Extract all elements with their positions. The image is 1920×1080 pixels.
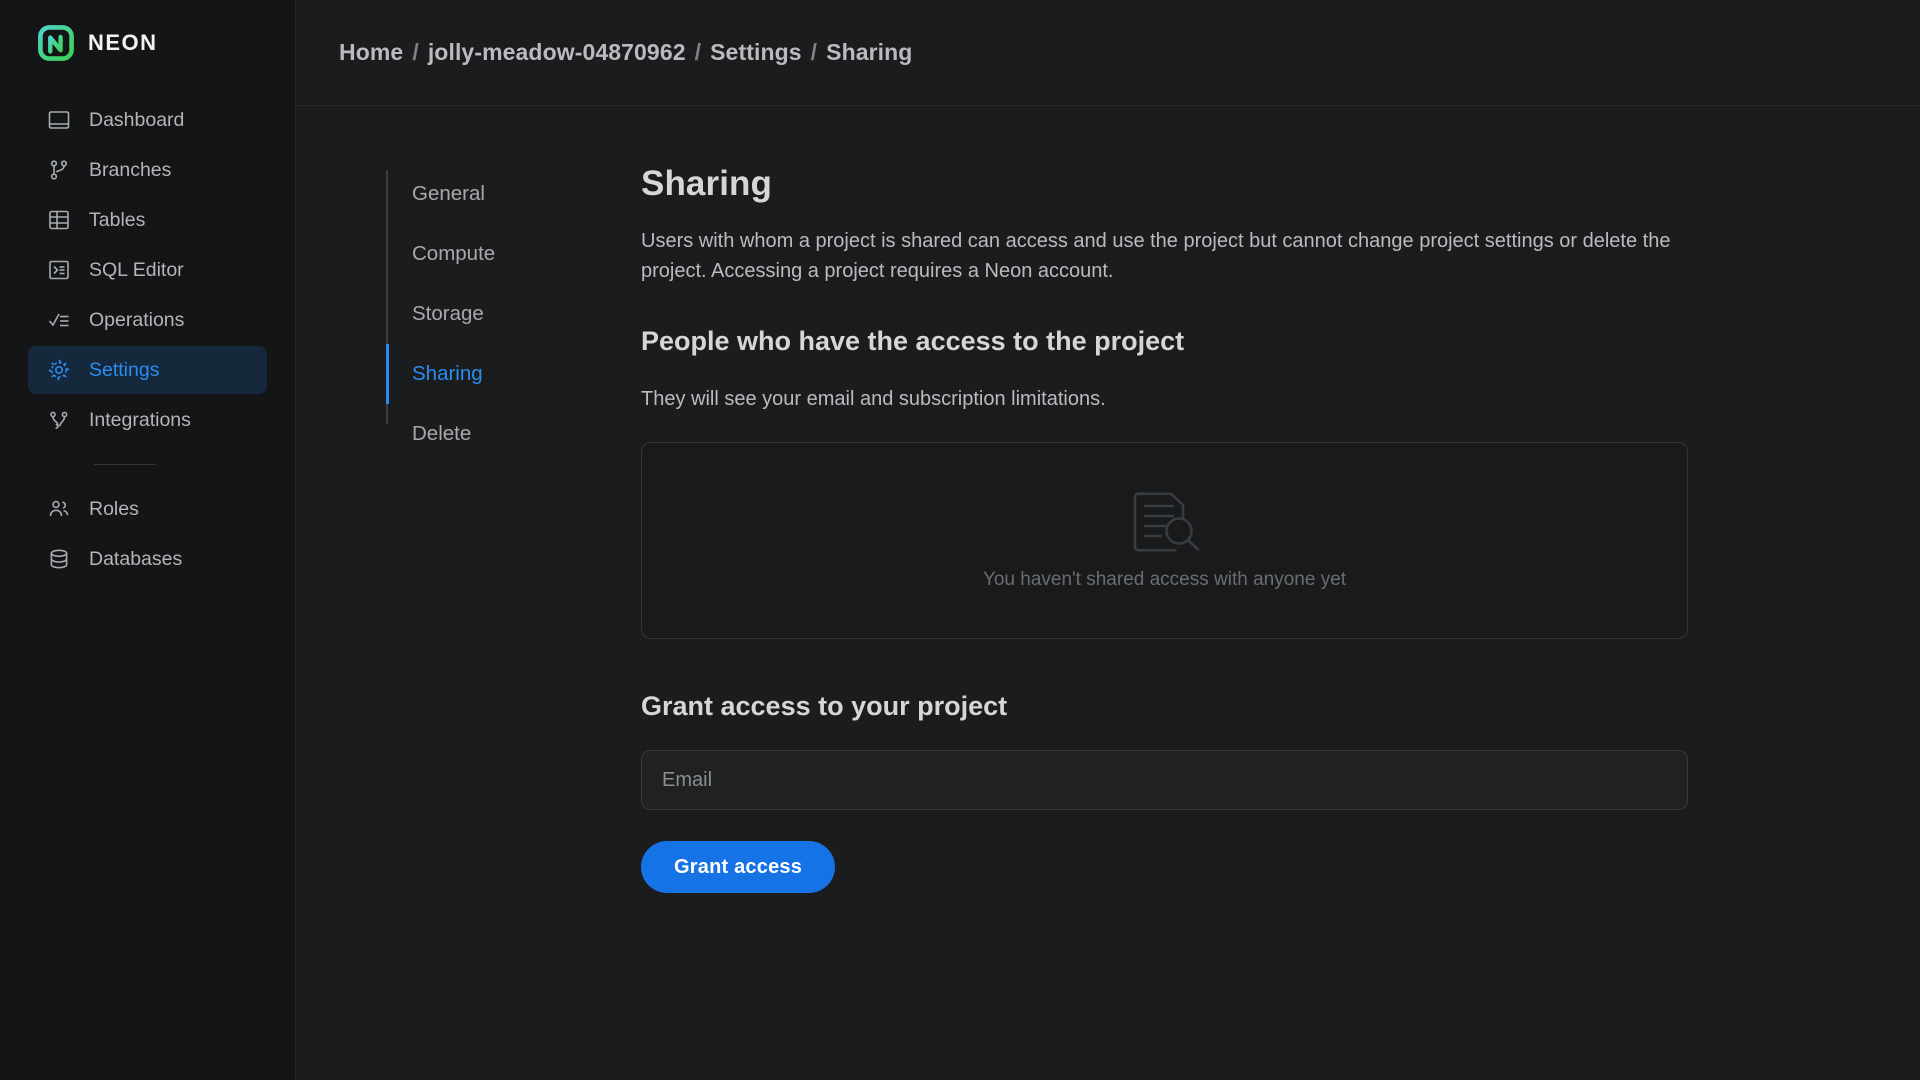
sidebar-item-label: Settings <box>89 358 160 381</box>
page-title: Sharing <box>641 164 772 203</box>
integrations-icon <box>46 407 72 433</box>
brand-logo[interactable]: NEON <box>0 0 295 86</box>
submenu-item-general[interactable]: General <box>386 164 641 224</box>
people-section-subtitle: They will see your email and subscriptio… <box>641 388 1106 410</box>
sidebar-item-label: Branches <box>89 158 172 181</box>
branches-icon <box>46 157 72 183</box>
app-root: NEON Dashboard Branches Tables SQL Edito… <box>0 0 1920 1080</box>
submenu-item-sharing[interactable]: Sharing <box>386 344 641 404</box>
submenu-item-delete[interactable]: Delete <box>386 404 641 464</box>
sidebar-item-operations[interactable]: Operations <box>28 296 267 344</box>
sidebar-item-label: Operations <box>89 308 185 331</box>
sidebar-item-dashboard[interactable]: Dashboard <box>28 96 267 144</box>
sidebar-item-integrations[interactable]: Integrations <box>28 396 267 444</box>
sidebar-item-databases[interactable]: Databases <box>28 535 267 583</box>
database-icon <box>46 546 72 572</box>
grant-access-button[interactable]: Grant access <box>641 841 836 893</box>
submenu-item-label: Compute <box>412 242 496 265</box>
gear-icon <box>46 357 72 383</box>
sidebar-item-label: Integrations <box>89 408 191 431</box>
submenu-item-compute[interactable]: Compute <box>386 224 641 284</box>
brand-name: NEON <box>88 30 158 55</box>
submenu-item-storage[interactable]: Storage <box>386 284 641 344</box>
breadcrumb-separator: / <box>694 39 702 65</box>
content-area: General Compute Storage Sharing Delete S… <box>296 106 1920 1080</box>
sidebar-item-label: SQL Editor <box>89 258 184 281</box>
breadcrumb-item-settings[interactable]: Settings <box>710 39 802 66</box>
submenu-item-label: Storage <box>412 302 484 325</box>
sidebar-item-label: Tables <box>89 208 146 231</box>
breadcrumb-separator: / <box>810 39 818 65</box>
sidebar-item-settings[interactable]: Settings <box>28 346 267 394</box>
submenu-item-label: Sharing <box>412 362 483 385</box>
email-field[interactable] <box>641 750 1688 810</box>
sidebar-item-label: Dashboard <box>89 108 185 131</box>
dashboard-icon <box>46 107 72 133</box>
operations-icon <box>46 307 72 333</box>
settings-submenu: General Compute Storage Sharing Delete <box>296 164 641 1080</box>
document-search-icon <box>1127 491 1203 555</box>
sidebar-item-tables[interactable]: Tables <box>28 196 267 244</box>
breadcrumb-item-sharing[interactable]: Sharing <box>826 39 912 66</box>
neon-logo-icon <box>38 25 74 61</box>
sidebar-divider <box>94 464 156 465</box>
sidebar-item-sql-editor[interactable]: SQL Editor <box>28 246 267 294</box>
people-section-title: People who have the access to the projec… <box>641 326 1185 356</box>
breadcrumb-item-home[interactable]: Home <box>339 39 403 66</box>
shared-users-empty-state: You haven't shared access with anyone ye… <box>641 442 1688 639</box>
grant-section-title: Grant access to your project <box>641 691 1008 721</box>
sidebar-item-roles[interactable]: Roles <box>28 485 267 533</box>
sharing-panel: Sharing Users with whom a project is sha… <box>641 164 1741 1080</box>
topbar: Home / jolly-meadow-04870962 / Settings … <box>296 0 1920 106</box>
main-area: Home / jolly-meadow-04870962 / Settings … <box>296 0 1920 1080</box>
sidebar-item-label: Roles <box>89 497 139 520</box>
empty-state-text: You haven't shared access with anyone ye… <box>982 568 1347 590</box>
sidebar-nav: Dashboard Branches Tables SQL Editor Ope… <box>0 86 295 583</box>
submenu-item-label: Delete <box>412 422 472 445</box>
sidebar-item-label: Databases <box>89 547 183 570</box>
breadcrumb-separator: / <box>412 39 419 65</box>
breadcrumb: Home / jolly-meadow-04870962 / Settings … <box>339 39 912 66</box>
sidebar: NEON Dashboard Branches Tables SQL Edito… <box>0 0 296 1080</box>
users-icon <box>46 496 72 522</box>
sql-editor-icon <box>46 257 72 283</box>
tables-icon <box>46 207 72 233</box>
breadcrumb-item-project[interactable]: jolly-meadow-04870962 <box>428 39 686 66</box>
submenu-item-label: General <box>412 182 485 205</box>
sidebar-item-branches[interactable]: Branches <box>28 146 267 194</box>
page-description: Users with whom a project is shared can … <box>641 230 1671 282</box>
